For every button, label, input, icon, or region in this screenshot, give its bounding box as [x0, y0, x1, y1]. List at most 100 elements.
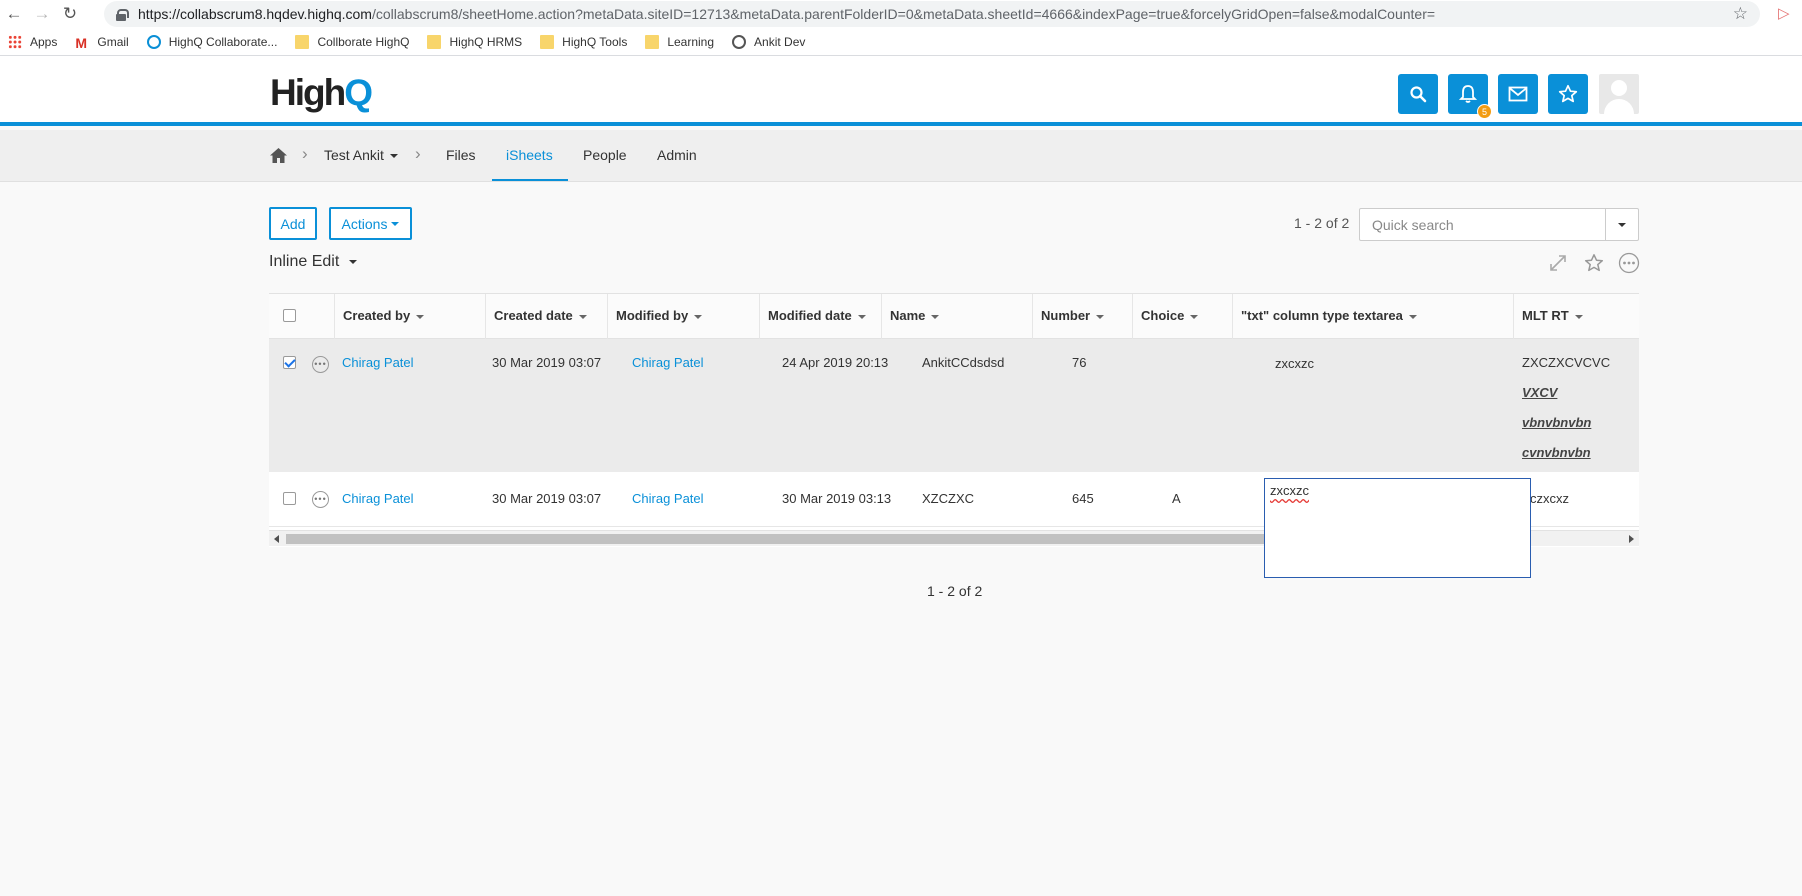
row-actions-icon[interactable]: •••: [312, 356, 329, 373]
sort-caret-icon: [578, 314, 587, 319]
url-host: https://collabscrum8.hqdev.highq.com: [138, 6, 372, 22]
bookmark-gmail[interactable]: M Gmail: [75, 35, 128, 51]
column-header-name[interactable]: Name: [881, 294, 1032, 339]
grid-header: Created by Created date Modified by Modi…: [269, 293, 1639, 339]
breadcrumb-chevron-icon: ›: [415, 144, 421, 163]
mlt-rt-cell[interactable]: czxcxz: [1530, 491, 1569, 506]
column-header-txt-textarea[interactable]: "txt" column type textarea: [1232, 294, 1483, 339]
table-row[interactable]: ••• Chirag Patel 30 Mar 2019 03:07 Chira…: [269, 339, 1639, 472]
more-options-icon[interactable]: [1618, 252, 1640, 274]
created-by-link[interactable]: Chirag Patel: [342, 491, 414, 506]
extension-icon[interactable]: ▷: [1778, 4, 1796, 22]
row-select-checkbox[interactable]: [283, 492, 296, 508]
home-icon[interactable]: [269, 147, 288, 164]
bookmark-collborate-highq[interactable]: Collborate HighQ: [295, 34, 409, 49]
number-cell[interactable]: 76: [1072, 355, 1086, 370]
pagination-summary-top: 1 - 2 of 2: [1294, 215, 1350, 231]
folder-icon: [427, 34, 442, 49]
name-cell[interactable]: AnkitCCdsdsd: [922, 355, 1004, 370]
pagination-summary-bottom: 1 - 2 of 2: [927, 583, 983, 599]
column-header-created-date[interactable]: Created date: [485, 294, 607, 339]
modified-date-cell: 24 Apr 2019 20:13: [782, 355, 889, 370]
bookmark-highq-hrms[interactable]: HighQ HRMS: [427, 34, 522, 49]
bookmark-star-icon[interactable]: ☆: [1733, 4, 1748, 24]
caret-down-icon: [389, 154, 398, 159]
mlt-rt-line: VXCV: [1522, 385, 1558, 400]
app-header: HighQ 5: [0, 56, 1802, 126]
browser-toolbar: ← → ↻ https://collabscrum8.hqdev.highq.c…: [0, 0, 1802, 28]
url-bar[interactable]: https://collabscrum8.hqdev.highq.com/col…: [104, 1, 1760, 27]
sort-caret-icon: [857, 314, 866, 319]
user-avatar[interactable]: [1599, 74, 1639, 114]
modified-date-cell: 30 Mar 2019 03:13: [782, 491, 892, 506]
row-actions-icon[interactable]: •••: [312, 491, 329, 508]
quick-search: [1359, 208, 1639, 241]
created-by-link[interactable]: Chirag Patel: [342, 355, 414, 370]
column-header-modified-date[interactable]: Modified date: [759, 294, 881, 339]
txt-cell[interactable]: zxcxzc: [1275, 356, 1314, 371]
url-path: /collabscrum8/sheetHome.action?metaData.…: [371, 6, 1436, 22]
column-header-number[interactable]: Number: [1032, 294, 1132, 339]
choice-cell[interactable]: A: [1172, 491, 1181, 506]
nav-people[interactable]: People: [583, 147, 627, 163]
search-button[interactable]: [1398, 74, 1438, 114]
column-header-mlt-rt[interactable]: MLT RT: [1513, 294, 1639, 339]
view-selector[interactable]: Inline Edit: [269, 253, 358, 271]
select-all-checkbox[interactable]: [283, 309, 296, 322]
bookmark-apps[interactable]: Apps: [8, 34, 57, 49]
back-arrow-icon[interactable]: ←: [0, 0, 28, 28]
bookmark-highq-collaborate[interactable]: HighQ Collaborate...: [146, 34, 277, 49]
site-navigation: › Test Ankit › Files iSheets People Admi…: [0, 130, 1802, 182]
lock-icon: [116, 8, 129, 21]
notifications-button[interactable]: 5: [1448, 74, 1492, 119]
select-all-cell: [269, 294, 334, 339]
scroll-left-arrow-icon[interactable]: [274, 535, 279, 543]
nav-files[interactable]: Files: [446, 147, 476, 163]
bookmark-ankit-dev[interactable]: Ankit Dev: [732, 34, 805, 49]
search-icon: [1410, 86, 1427, 103]
caret-down-icon: [1618, 222, 1626, 227]
search-options-dropdown[interactable]: [1605, 209, 1638, 240]
reload-icon[interactable]: ↻: [56, 0, 84, 28]
expand-icon[interactable]: [1547, 252, 1569, 274]
site-selector[interactable]: Test Ankit: [324, 147, 398, 163]
add-button[interactable]: Add: [269, 207, 317, 240]
bookmark-learning[interactable]: Learning: [645, 34, 714, 49]
number-cell[interactable]: 645: [1072, 491, 1094, 506]
sort-caret-icon: [1190, 314, 1199, 319]
favorites-button[interactable]: [1548, 74, 1588, 114]
nav-admin[interactable]: Admin: [657, 147, 697, 163]
bookmark-highq-tools[interactable]: HighQ Tools: [540, 34, 627, 49]
modified-by-link[interactable]: Chirag Patel: [632, 491, 704, 506]
column-header-modified-by[interactable]: Modified by: [607, 294, 759, 339]
nav-isheets[interactable]: iSheets: [506, 147, 553, 163]
actions-button[interactable]: Actions: [329, 207, 412, 240]
modified-by-link[interactable]: Chirag Patel: [632, 355, 704, 370]
folder-icon: [645, 34, 660, 49]
forward-arrow-icon[interactable]: →: [28, 0, 56, 28]
scrollbar-thumb[interactable]: [286, 534, 1316, 544]
created-date-cell: 30 Mar 2019 03:07: [492, 491, 602, 506]
highq-icon: [146, 34, 161, 49]
highq-logo[interactable]: HighQ: [270, 72, 373, 114]
envelope-icon: [1508, 86, 1528, 102]
name-cell[interactable]: XZCZXC: [922, 491, 974, 506]
checkmark-icon: [283, 356, 296, 369]
quick-search-input[interactable]: [1360, 209, 1606, 240]
caret-down-icon: [349, 259, 358, 264]
sort-caret-icon: [1574, 314, 1583, 319]
sort-caret-icon: [1408, 314, 1417, 319]
notification-count-badge: 5: [1477, 104, 1492, 119]
favorite-view-star-icon[interactable]: [1583, 252, 1605, 274]
row-select-checkbox[interactable]: [283, 356, 296, 372]
column-header-choice[interactable]: Choice: [1132, 294, 1232, 339]
mlt-rt-line: ZXCZXCVCVC: [1522, 355, 1611, 370]
checkbox-box: [283, 492, 296, 505]
inline-edit-textarea[interactable]: zxcxzc: [1265, 479, 1530, 577]
scroll-right-arrow-icon[interactable]: [1629, 535, 1634, 543]
column-header-created-by[interactable]: Created by: [334, 294, 485, 339]
sort-caret-icon: [931, 314, 940, 319]
messages-button[interactable]: [1498, 74, 1538, 114]
mlt-rt-line: vbnvbnvbn: [1522, 415, 1592, 430]
inline-edit-textarea-container: zxcxzc: [1264, 478, 1531, 578]
